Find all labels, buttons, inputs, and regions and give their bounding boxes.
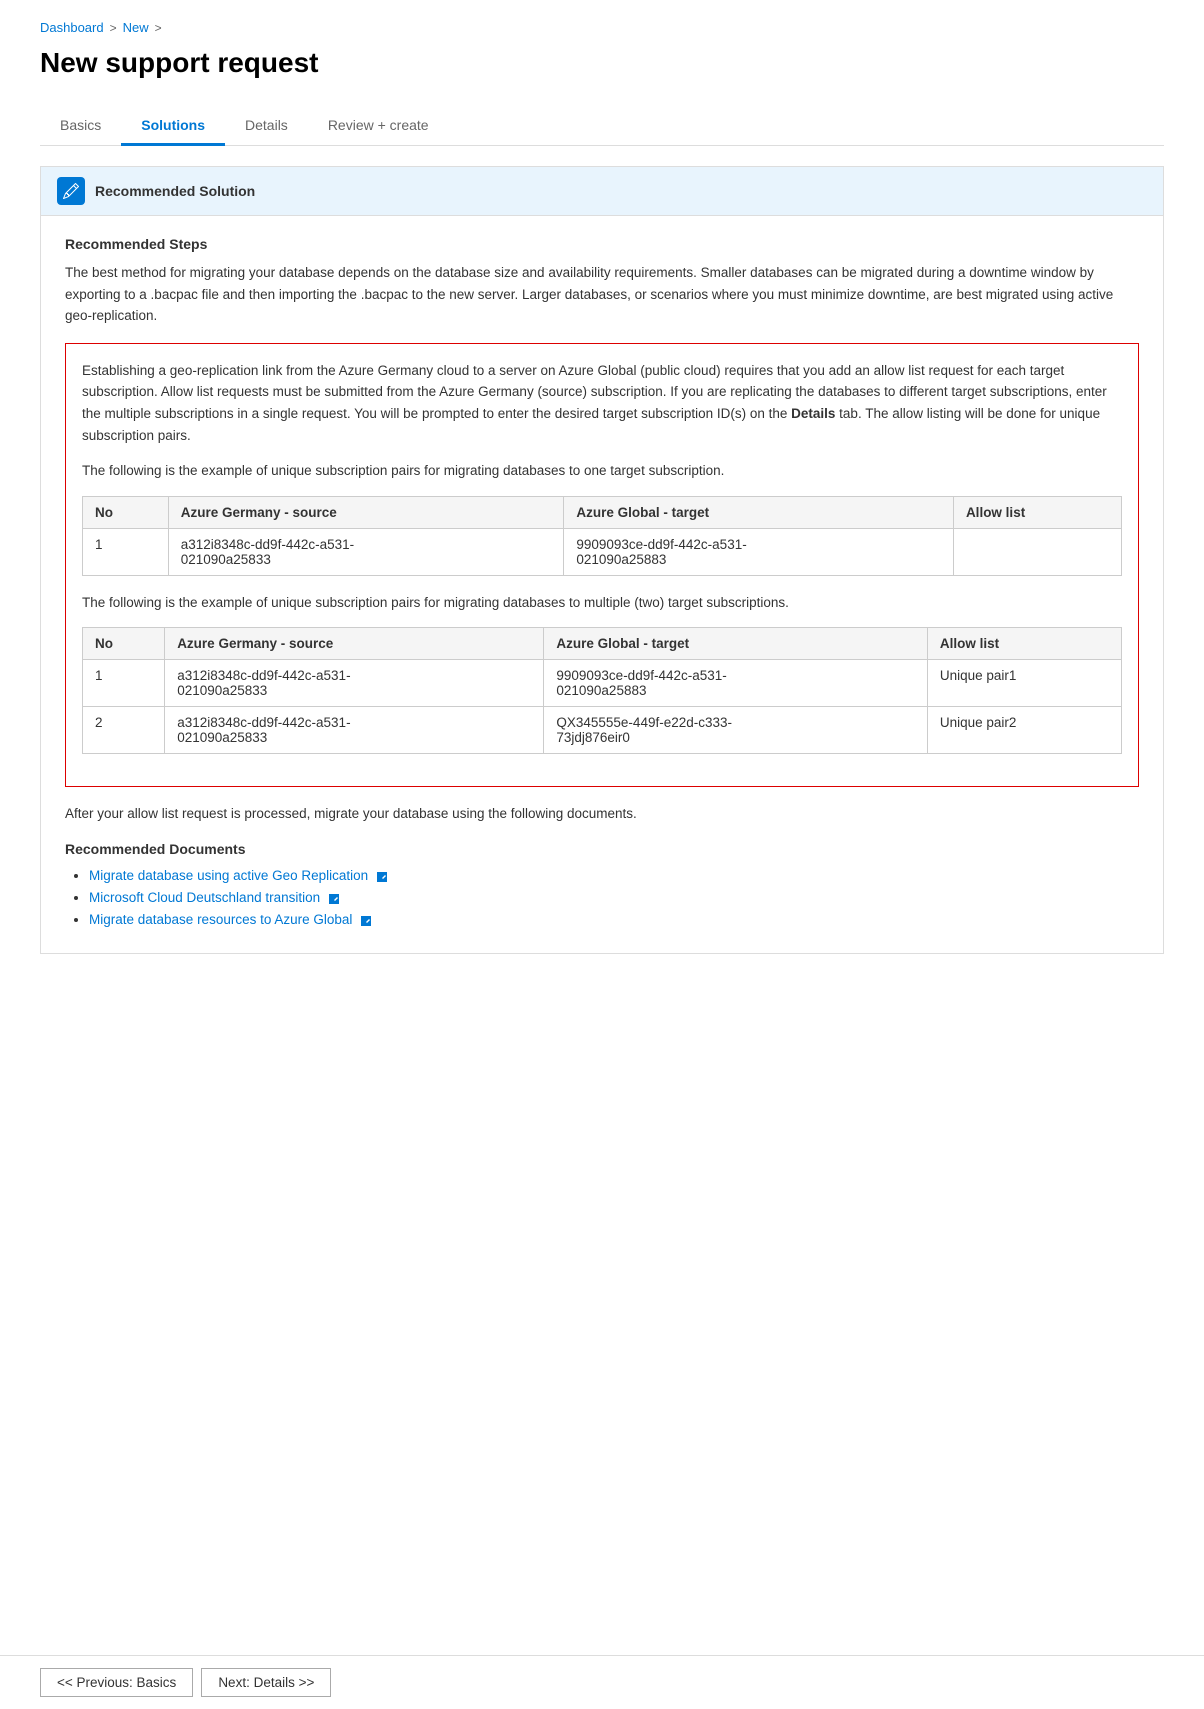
doc-link-2[interactable]: Microsoft Cloud Deutschland transition xyxy=(89,890,320,905)
cell-no: 2 xyxy=(83,707,165,754)
cell-no: 1 xyxy=(83,660,165,707)
tab-basics[interactable]: Basics xyxy=(40,107,121,146)
rec-solution-title: Recommended Solution xyxy=(95,183,255,199)
breadcrumb: Dashboard > New > xyxy=(40,20,1164,35)
subscription-table-2: No Azure Germany - source Azure Global -… xyxy=(82,627,1122,754)
intro-text: The best method for migrating your datab… xyxy=(65,262,1139,327)
red-bordered-section: Establishing a geo-replication link from… xyxy=(65,343,1139,788)
prev-button[interactable]: << Previous: Basics xyxy=(40,1668,193,1697)
col-source-1: Azure Germany - source xyxy=(168,496,564,528)
steps-title: Recommended Steps xyxy=(65,236,1139,252)
col-no-1: No xyxy=(83,496,169,528)
breadcrumb-new[interactable]: New xyxy=(123,20,149,35)
breadcrumb-dashboard[interactable]: Dashboard xyxy=(40,20,104,35)
col-allow-1: Allow list xyxy=(953,496,1121,528)
cell-target: 9909093ce-dd9f-442c-a531-021090a25883 xyxy=(544,660,927,707)
breadcrumb-sep-1: > xyxy=(110,21,117,35)
cell-allow: Unique pair1 xyxy=(927,660,1121,707)
cell-target: QX345555e-449f-e22d-c333-73jdj876eir0 xyxy=(544,707,927,754)
doc-link-3[interactable]: Migrate database resources to Azure Glob… xyxy=(89,912,352,927)
after-text: After your allow list request is process… xyxy=(65,803,1139,825)
external-link-icon-2 xyxy=(328,892,340,904)
cell-source: a312i8348c-dd9f-442c-a531-021090a25833 xyxy=(168,528,564,575)
tab-review-create[interactable]: Review + create xyxy=(308,107,449,146)
recommended-solution-header: Recommended Solution xyxy=(41,167,1163,216)
col-target-1: Azure Global - target xyxy=(564,496,954,528)
page-title: New support request xyxy=(40,47,1164,79)
content-area: Recommended Solution Recommended Steps T… xyxy=(40,166,1164,954)
list-item: Migrate database resources to Azure Glob… xyxy=(89,911,1139,927)
external-link-icon-1 xyxy=(376,870,388,882)
external-link-icon-3 xyxy=(360,914,372,926)
doc-link-1[interactable]: Migrate database using active Geo Replic… xyxy=(89,868,368,883)
col-target-2: Azure Global - target xyxy=(544,628,927,660)
subscription-table-1: No Azure Germany - source Azure Global -… xyxy=(82,496,1122,576)
col-no-2: No xyxy=(83,628,165,660)
cell-allow: Unique pair2 xyxy=(927,707,1121,754)
table-row: 1 a312i8348c-dd9f-442c-a531-021090a25833… xyxy=(83,528,1122,575)
tab-details[interactable]: Details xyxy=(225,107,308,146)
docs-list: Migrate database using active Geo Replic… xyxy=(65,867,1139,927)
footer-bar: << Previous: Basics Next: Details >> xyxy=(0,1655,1204,1709)
table1-intro: The following is the example of unique s… xyxy=(82,460,1122,482)
solution-icon xyxy=(57,177,85,205)
table-row: 2 a312i8348c-dd9f-442c-a531-021090a25833… xyxy=(83,707,1122,754)
content-body: Recommended Steps The best method for mi… xyxy=(41,216,1163,953)
col-source-2: Azure Germany - source xyxy=(165,628,544,660)
docs-title: Recommended Documents xyxy=(65,841,1139,857)
cell-no: 1 xyxy=(83,528,169,575)
col-allow-2: Allow list xyxy=(927,628,1121,660)
cell-target: 9909093ce-dd9f-442c-a531-021090a25883 xyxy=(564,528,954,575)
table-row: 1 a312i8348c-dd9f-442c-a531-021090a25833… xyxy=(83,660,1122,707)
cell-allow xyxy=(953,528,1121,575)
next-button[interactable]: Next: Details >> xyxy=(201,1668,331,1697)
breadcrumb-sep-2: > xyxy=(155,21,162,35)
tabs-nav: Basics Solutions Details Review + create xyxy=(40,107,1164,146)
list-item: Migrate database using active Geo Replic… xyxy=(89,867,1139,883)
cell-source: a312i8348c-dd9f-442c-a531-021090a25833 xyxy=(165,660,544,707)
tab-solutions[interactable]: Solutions xyxy=(121,107,225,146)
geo-replication-para: Establishing a geo-replication link from… xyxy=(82,360,1122,446)
cell-source: a312i8348c-dd9f-442c-a531-021090a25833 xyxy=(165,707,544,754)
list-item: Microsoft Cloud Deutschland transition xyxy=(89,889,1139,905)
table2-intro: The following is the example of unique s… xyxy=(82,592,1122,614)
